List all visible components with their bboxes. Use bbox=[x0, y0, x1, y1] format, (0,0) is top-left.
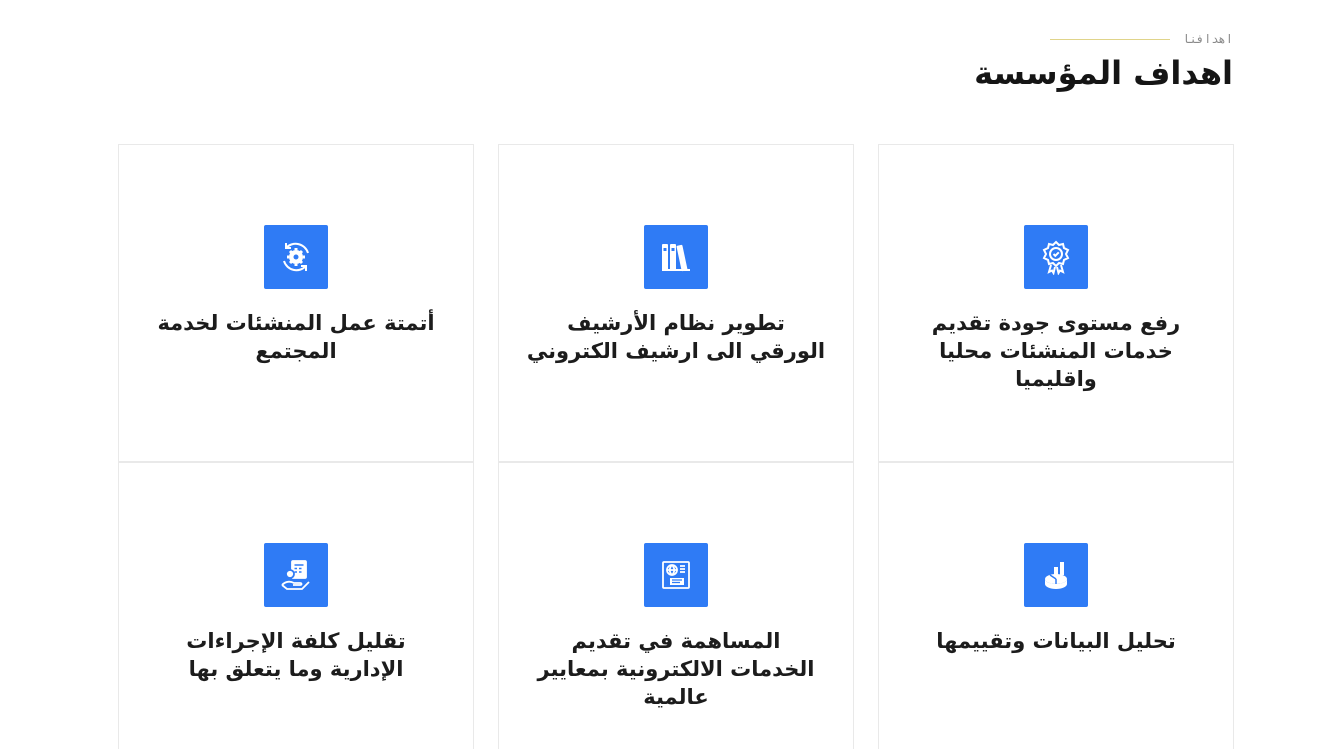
goal-text: تقليل كلفة الإجراءات الإدارية وما يتعلق … bbox=[186, 629, 406, 681]
goal-text: رفع مستوى جودة تقديم خدمات المنشئات محلي… bbox=[931, 311, 1181, 391]
goal-card: رفع مستوى جودة تقديم خدمات المنشئات محلي… bbox=[878, 144, 1234, 462]
eyebrow-divider bbox=[1050, 38, 1171, 40]
data-chart-icon bbox=[1024, 543, 1088, 607]
section-eyebrow: اهدافنا bbox=[1050, 32, 1233, 46]
goals-section: اهدافنا اهداف المؤسسة رفع مستوى جودة تقد… bbox=[0, 0, 1335, 749]
goal-text: تطوير نظام الأرشيف الورقي الى ارشيف الكت… bbox=[526, 311, 826, 363]
goal-card: تطوير نظام الأرشيف الورقي الى ارشيف الكت… bbox=[498, 144, 854, 462]
cost-reduction-icon bbox=[264, 543, 328, 607]
goals-grid: رفع مستوى جودة تقديم خدمات المنشئات محلي… bbox=[118, 144, 1234, 749]
archive-binders-icon bbox=[644, 225, 708, 289]
online-services-icon bbox=[644, 543, 708, 607]
gear-cycle-icon bbox=[264, 225, 328, 289]
goal-text: المساهمة في تقديم الخدمات الالكترونية بم… bbox=[537, 629, 815, 709]
goal-text: تحليل البيانات وتقييمها bbox=[936, 629, 1176, 653]
goal-card: تقليل كلفة الإجراءات الإدارية وما يتعلق … bbox=[118, 462, 474, 749]
goal-card: المساهمة في تقديم الخدمات الالكترونية بم… bbox=[498, 462, 854, 749]
goal-card: أتمتة عمل المنشئات لخدمة المجتمع bbox=[118, 144, 474, 462]
goal-card: تحليل البيانات وتقييمها bbox=[878, 462, 1234, 749]
eyebrow-text: اهدافنا bbox=[1182, 32, 1233, 46]
section-title: اهداف المؤسسة bbox=[974, 54, 1233, 92]
award-badge-icon bbox=[1024, 225, 1088, 289]
goal-text: أتمتة عمل المنشئات لخدمة المجتمع bbox=[157, 311, 435, 363]
